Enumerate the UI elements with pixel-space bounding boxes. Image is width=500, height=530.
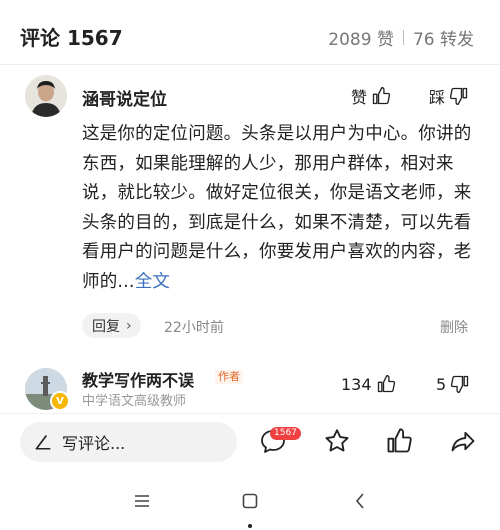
article-stats: 2089 赞 76 转发	[328, 25, 474, 50]
star-icon	[325, 429, 349, 452]
write-comment-input[interactable]: 写评论...	[20, 422, 237, 462]
share-button[interactable]	[446, 424, 480, 458]
like-button[interactable]: 134	[341, 374, 396, 394]
user-title: 中学语文高级教师	[82, 394, 187, 409]
thumbs-down-icon	[451, 375, 469, 393]
comment-timestamp: 22小时前	[164, 320, 224, 336]
like-label: 赞	[351, 88, 368, 107]
avatar[interactable]	[25, 75, 67, 117]
like-count: 134	[341, 374, 372, 394]
author-tag: 作者	[215, 370, 243, 384]
header-divider	[0, 64, 500, 65]
avatar-portrait-icon	[25, 75, 67, 117]
comment-body-text: 这是你的定位问题。头条是以用户为中心。你讲的东西，如果能理解的人少，那用户群体，…	[82, 124, 472, 292]
back-chevron-icon[interactable]	[345, 488, 375, 514]
home-indicator	[248, 524, 252, 528]
comment-username[interactable]: 涵哥说定位	[82, 85, 167, 110]
dislike-button[interactable]: 踩	[429, 84, 469, 108]
home-square-icon[interactable]	[235, 488, 265, 514]
delete-button[interactable]: 删除	[440, 317, 468, 337]
favorite-button[interactable]	[320, 424, 354, 458]
like-count: 2089 赞	[328, 30, 394, 50]
thumbs-down-icon	[449, 87, 468, 105]
thumbs-up-icon	[377, 375, 395, 393]
share-arrow-icon	[451, 431, 475, 452]
reply-button[interactable]: 回复 ›	[82, 313, 141, 338]
comment-count-badge: 1567	[270, 427, 301, 440]
share-count: 76 转发	[412, 30, 474, 50]
reply-label: 回复	[92, 318, 120, 335]
thumbs-up-icon	[372, 87, 391, 105]
comment-text: 这是你的定位问题。头条是以用户为中心。你讲的东西，如果能理解的人少，那用户群体，…	[82, 120, 477, 297]
thumbs-up-icon	[387, 428, 412, 453]
expand-full-text-link[interactable]: 全文	[135, 272, 170, 292]
page-title: 评论 1567	[20, 26, 123, 50]
stats-divider	[402, 30, 404, 45]
menu-icon[interactable]	[127, 488, 157, 514]
chevron-right-icon: ›	[126, 317, 132, 334]
like-button[interactable]: 赞	[351, 84, 391, 108]
like-article-button[interactable]	[382, 424, 416, 458]
pen-icon	[34, 433, 52, 451]
dislike-label: 踩	[429, 88, 446, 107]
verified-badge-icon: V	[50, 391, 70, 411]
dislike-button[interactable]: 5	[436, 374, 470, 394]
comment-username[interactable]: 教学写作两不误	[82, 367, 194, 391]
write-comment-placeholder: 写评论...	[62, 434, 126, 453]
dislike-count: 5	[436, 374, 447, 394]
